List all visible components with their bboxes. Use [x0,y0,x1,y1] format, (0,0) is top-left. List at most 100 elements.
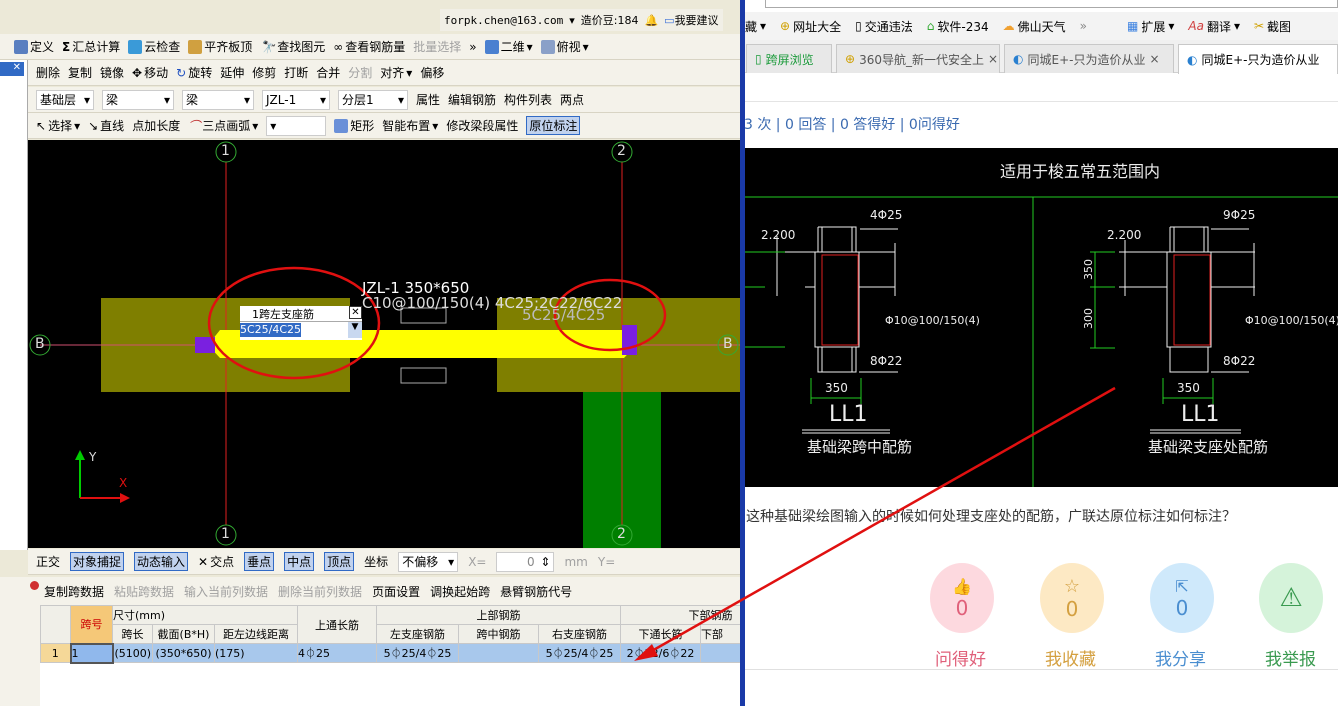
in-place-annotation-button[interactable]: 原位标注 [526,116,581,135]
suggest-button[interactable]: ▭我要建议 [664,12,718,28]
account-email[interactable]: forpk.chen@163.com [444,14,563,27]
move-button[interactable]: ✥ 移动 [132,64,168,81]
modify-beam-button[interactable]: 修改梁段属性 [446,117,518,134]
cell-right-support[interactable]: 5⏀25/4⏀25 [538,643,621,663]
cell-section[interactable]: (350*650) [152,643,215,663]
toolbar-sum[interactable]: Σ 汇总计算 [62,38,120,55]
offset-select[interactable]: 不偏移 ▾ [398,551,459,572]
intersection-snap[interactable]: ✕ 交点 [198,553,234,570]
coordinate-snap[interactable]: 坐标 [364,553,388,570]
screenshot-button[interactable]: ✂ 截图 [1254,18,1291,35]
ortho-toggle[interactable]: 正交 [36,553,60,570]
bell-icon[interactable]: 🔔 [644,14,658,27]
split-button[interactable]: 分割 [348,64,372,81]
type1-select[interactable]: 梁 ▾ [102,89,174,110]
cell-left-support[interactable]: 5⏀25/4⏀25 [376,643,459,663]
cell-span[interactable]: 1 [69,642,114,664]
point-length-button[interactable]: 点加长度 [132,117,180,134]
perpendicular-snap[interactable]: 垂点 [244,552,275,571]
favorite-button[interactable]: ☆ 0 [1040,563,1104,633]
edit-rebar-button[interactable]: 编辑钢筋 [448,91,496,108]
like-button[interactable]: 👍 0 [930,563,994,633]
close-icon[interactable]: × [1149,52,1159,66]
view-2d-select[interactable]: 二维 ▾ [484,38,533,55]
align-button[interactable]: 对齐 ▾ [380,64,412,81]
address-bar[interactable] [765,0,1338,8]
more-button[interactable]: » [469,40,476,54]
offset-button[interactable]: 偏移 [420,64,444,81]
popup-value-input[interactable]: 5C25/4C25 ▼ [240,321,362,338]
break-button[interactable]: 打断 [284,64,308,81]
popup-close-button[interactable]: ✕ [349,306,362,319]
copy-span-button[interactable]: 复制跨数据 [44,583,104,600]
view-top-select[interactable]: 俯视 ▾ [540,38,589,55]
toolbar-batch-select[interactable]: 批量选择 [413,38,461,55]
extensions-button[interactable]: ▦ 扩展 ▾ [1127,18,1174,35]
report-button[interactable]: ⚠ [1259,563,1323,633]
tab-360[interactable]: ⊕ 360导航_新一代安全上 × [836,44,1000,73]
cell-length[interactable]: (5100) [112,643,153,663]
arc-mode-select[interactable]: ▾ [266,115,327,136]
tab-cross-screen[interactable]: ▯ 跨屏浏览 [746,44,832,73]
smart-layout-button[interactable]: 智能布置 ▾ [382,117,438,134]
bookmark-favorites[interactable]: 藏 ▾ [745,18,766,35]
toolbar-find[interactable]: 🔭 查找图元 [260,38,325,55]
vertex-snap[interactable]: 顶点 [324,552,355,571]
chevron-down-icon[interactable]: ▼ [348,322,362,338]
x-input[interactable]: 0 ⇕ [496,551,555,572]
table-close-icon[interactable] [30,581,39,590]
floor-select[interactable]: 基础层 ▾ [36,89,94,110]
arc-button[interactable]: ⌒ 三点画弧 ▾ [188,117,258,134]
toolbar-view-rebar[interactable]: ∞ 查看钢筋量 [333,38,405,55]
copy-button[interactable]: 复制 [68,64,92,81]
cell-bottom-long[interactable]: 2⏀22/6⏀22 [620,643,701,663]
toolbar-align-top[interactable]: 平齐板顶 [188,38,252,55]
paste-span-button[interactable]: 粘贴跨数据 [114,583,174,600]
chevron-down-icon[interactable]: ▾ [569,14,575,27]
extend-button[interactable]: 延伸 [220,64,244,81]
header-bottom: 下部 [700,624,740,644]
panel-close-button[interactable]: ✕ [0,62,24,76]
delete-button[interactable]: 删除 [36,64,60,81]
cell-top-long[interactable]: 4⏀25 [297,643,377,663]
tab-tongcheng-active[interactable]: ◐ 同城E+-只为造价从业 [1178,44,1338,74]
table-row[interactable]: 1 1 (5100) (350*650) (175) 4⏀25 5⏀25/4⏀2… [40,642,740,664]
cell-bottom[interactable] [700,643,740,663]
select-button[interactable]: ↖ 选择 ▾ [36,117,80,134]
share-button[interactable]: ⇱ 0 [1150,563,1214,633]
close-icon[interactable]: × [988,52,998,66]
type2-select[interactable]: 梁 ▾ [182,89,254,110]
rotate-button[interactable]: ↻ 旋转 [176,64,212,81]
object-snap-toggle[interactable]: 对象捕捉 [70,552,125,571]
trim-button[interactable]: 修剪 [252,64,276,81]
rect-button[interactable]: 矩形 [334,117,374,134]
two-point-button[interactable]: 两点 [560,91,584,108]
element-list-button[interactable]: 构件列表 [504,91,552,108]
cell-offset[interactable]: (175) [214,643,298,663]
element-select[interactable]: JZL-1 ▾ [262,89,330,110]
bookmark-traffic[interactable]: ▯ 交通违法 [855,18,913,35]
bookmark-weather[interactable]: ☁ 佛山天气 [1003,18,1066,35]
cell-mid[interactable] [458,643,539,663]
merge-button[interactable]: 合并 [316,64,340,81]
bookmark-url-directory[interactable]: ⊕ 网址大全 [780,18,841,35]
swap-start-button[interactable]: 调换起始跨 [430,583,490,600]
midpoint-snap[interactable]: 中点 [284,552,315,571]
page-setup-button[interactable]: 页面设置 [372,583,420,600]
toolbar-cloud-check[interactable]: 云检查 [128,38,180,55]
cantilever-code-button[interactable]: 悬臂钢筋代号 [500,583,572,600]
layer-select[interactable]: 分层1 ▾ [338,89,408,110]
delete-column-button[interactable]: 删除当前列数据 [278,583,362,600]
bookmarks-more[interactable]: » [1080,19,1087,33]
properties-button[interactable]: 属性 [416,91,440,108]
line-button[interactable]: ↘ 直线 [88,117,124,134]
cad-canvas[interactable]: 1 2 1 2 B B JZL-1 350*650 C10@100/150(4)… [28,140,740,548]
tab-tongcheng-1[interactable]: ◐ 同城E+-只为造价从业 × [1004,44,1174,73]
input-column-button[interactable]: 输入当前列数据 [184,583,268,600]
toolbar-define[interactable]: 定义 [14,38,54,55]
mirror-button[interactable]: 镜像 [100,64,124,81]
dynamic-input-toggle[interactable]: 动态输入 [134,552,189,571]
translate-button[interactable]: Aa 翻译 ▾ [1188,18,1240,35]
bookmark-software[interactable]: ⌂ 软件-234 [927,18,989,35]
right-bottom-rebar: 8Φ22 [1223,354,1256,368]
